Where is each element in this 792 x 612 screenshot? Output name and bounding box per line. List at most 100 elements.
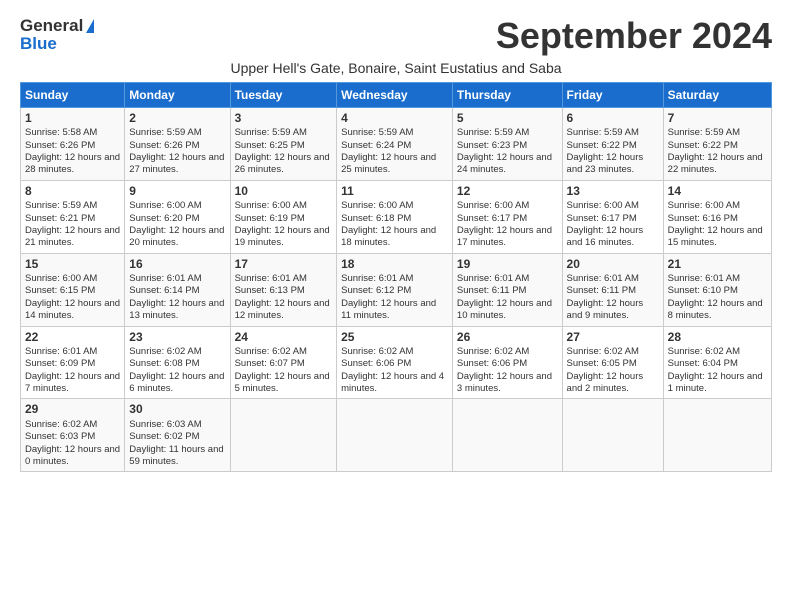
cell-info: Sunrise: 5:59 AMSunset: 6:23 PMDaylight:…	[457, 127, 552, 175]
table-row: 19Sunrise: 6:01 AMSunset: 6:11 PMDayligh…	[452, 253, 562, 326]
day-number: 27	[567, 330, 659, 346]
table-row: 5Sunrise: 5:59 AMSunset: 6:23 PMDaylight…	[452, 107, 562, 180]
calendar-table: Sunday Monday Tuesday Wednesday Thursday…	[20, 82, 772, 473]
table-row: 24Sunrise: 6:02 AMSunset: 6:07 PMDayligh…	[230, 326, 337, 399]
cell-info: Sunrise: 6:01 AMSunset: 6:11 PMDaylight:…	[457, 273, 552, 321]
cell-info: Sunrise: 6:01 AMSunset: 6:13 PMDaylight:…	[235, 273, 330, 321]
table-row: 20Sunrise: 6:01 AMSunset: 6:11 PMDayligh…	[562, 253, 663, 326]
day-number: 26	[457, 330, 558, 346]
day-number: 14	[668, 184, 767, 200]
cell-info: Sunrise: 6:02 AMSunset: 6:06 PMDaylight:…	[457, 346, 552, 394]
day-number: 30	[129, 402, 225, 418]
table-row: 8Sunrise: 5:59 AMSunset: 6:21 PMDaylight…	[21, 180, 125, 253]
day-number: 3	[235, 111, 333, 127]
table-row: 7Sunrise: 5:59 AMSunset: 6:22 PMDaylight…	[663, 107, 771, 180]
cell-info: Sunrise: 5:58 AMSunset: 6:26 PMDaylight:…	[25, 127, 120, 175]
table-row: 2Sunrise: 5:59 AMSunset: 6:26 PMDaylight…	[125, 107, 230, 180]
table-row: 15Sunrise: 6:00 AMSunset: 6:15 PMDayligh…	[21, 253, 125, 326]
table-row: 16Sunrise: 6:01 AMSunset: 6:14 PMDayligh…	[125, 253, 230, 326]
table-row	[337, 399, 453, 472]
table-row	[562, 399, 663, 472]
cell-info: Sunrise: 5:59 AMSunset: 6:22 PMDaylight:…	[668, 127, 763, 175]
table-row: 23Sunrise: 6:02 AMSunset: 6:08 PMDayligh…	[125, 326, 230, 399]
table-row: 17Sunrise: 6:01 AMSunset: 6:13 PMDayligh…	[230, 253, 337, 326]
cell-info: Sunrise: 5:59 AMSunset: 6:21 PMDaylight:…	[25, 200, 120, 248]
table-row	[452, 399, 562, 472]
title-section: September 2024	[496, 16, 772, 56]
day-number: 4	[341, 111, 448, 127]
day-number: 20	[567, 257, 659, 273]
day-number: 9	[129, 184, 225, 200]
cell-info: Sunrise: 6:00 AMSunset: 6:17 PMDaylight:…	[567, 200, 644, 248]
cell-info: Sunrise: 6:02 AMSunset: 6:04 PMDaylight:…	[668, 346, 763, 394]
table-row: 18Sunrise: 6:01 AMSunset: 6:12 PMDayligh…	[337, 253, 453, 326]
col-tuesday: Tuesday	[230, 82, 337, 107]
day-number: 13	[567, 184, 659, 200]
header: General Blue September 2024	[20, 16, 772, 56]
cell-info: Sunrise: 6:00 AMSunset: 6:15 PMDaylight:…	[25, 273, 120, 321]
logo-general: General	[20, 16, 83, 36]
cell-info: Sunrise: 6:01 AMSunset: 6:09 PMDaylight:…	[25, 346, 120, 394]
day-number: 10	[235, 184, 333, 200]
table-row: 28Sunrise: 6:02 AMSunset: 6:04 PMDayligh…	[663, 326, 771, 399]
col-friday: Friday	[562, 82, 663, 107]
table-row: 21Sunrise: 6:01 AMSunset: 6:10 PMDayligh…	[663, 253, 771, 326]
cell-info: Sunrise: 5:59 AMSunset: 6:22 PMDaylight:…	[567, 127, 644, 175]
cell-info: Sunrise: 5:59 AMSunset: 6:26 PMDaylight:…	[129, 127, 224, 175]
table-row: 30Sunrise: 6:03 AMSunset: 6:02 PMDayligh…	[125, 399, 230, 472]
day-number: 11	[341, 184, 448, 200]
cell-info: Sunrise: 6:02 AMSunset: 6:07 PMDaylight:…	[235, 346, 330, 394]
table-row: 13Sunrise: 6:00 AMSunset: 6:17 PMDayligh…	[562, 180, 663, 253]
logo-blue: Blue	[20, 34, 94, 54]
col-wednesday: Wednesday	[337, 82, 453, 107]
table-row: 1Sunrise: 5:58 AMSunset: 6:26 PMDaylight…	[21, 107, 125, 180]
table-row: 22Sunrise: 6:01 AMSunset: 6:09 PMDayligh…	[21, 326, 125, 399]
col-saturday: Saturday	[663, 82, 771, 107]
cell-info: Sunrise: 6:02 AMSunset: 6:03 PMDaylight:…	[25, 419, 120, 467]
table-row: 11Sunrise: 6:00 AMSunset: 6:18 PMDayligh…	[337, 180, 453, 253]
day-number: 17	[235, 257, 333, 273]
table-row: 25Sunrise: 6:02 AMSunset: 6:06 PMDayligh…	[337, 326, 453, 399]
table-row: 9Sunrise: 6:00 AMSunset: 6:20 PMDaylight…	[125, 180, 230, 253]
cell-info: Sunrise: 6:00 AMSunset: 6:19 PMDaylight:…	[235, 200, 330, 248]
table-row: 12Sunrise: 6:00 AMSunset: 6:17 PMDayligh…	[452, 180, 562, 253]
cell-info: Sunrise: 6:02 AMSunset: 6:06 PMDaylight:…	[341, 346, 444, 394]
page: General Blue September 2024 Upper Hell's…	[0, 0, 792, 482]
cell-info: Sunrise: 6:02 AMSunset: 6:08 PMDaylight:…	[129, 346, 224, 394]
table-row: 10Sunrise: 6:00 AMSunset: 6:19 PMDayligh…	[230, 180, 337, 253]
table-row: 27Sunrise: 6:02 AMSunset: 6:05 PMDayligh…	[562, 326, 663, 399]
col-sunday: Sunday	[21, 82, 125, 107]
table-row: 3Sunrise: 5:59 AMSunset: 6:25 PMDaylight…	[230, 107, 337, 180]
table-row	[230, 399, 337, 472]
cell-info: Sunrise: 6:00 AMSunset: 6:16 PMDaylight:…	[668, 200, 763, 248]
day-number: 12	[457, 184, 558, 200]
day-number: 22	[25, 330, 120, 346]
day-number: 24	[235, 330, 333, 346]
cell-info: Sunrise: 6:03 AMSunset: 6:02 PMDaylight:…	[129, 419, 223, 467]
day-number: 16	[129, 257, 225, 273]
table-row: 29Sunrise: 6:02 AMSunset: 6:03 PMDayligh…	[21, 399, 125, 472]
day-number: 6	[567, 111, 659, 127]
day-number: 8	[25, 184, 120, 200]
table-row: 26Sunrise: 6:02 AMSunset: 6:06 PMDayligh…	[452, 326, 562, 399]
day-number: 15	[25, 257, 120, 273]
table-row: 6Sunrise: 5:59 AMSunset: 6:22 PMDaylight…	[562, 107, 663, 180]
day-number: 23	[129, 330, 225, 346]
day-number: 28	[668, 330, 767, 346]
cell-info: Sunrise: 5:59 AMSunset: 6:24 PMDaylight:…	[341, 127, 436, 175]
day-number: 5	[457, 111, 558, 127]
cell-info: Sunrise: 6:02 AMSunset: 6:05 PMDaylight:…	[567, 346, 644, 394]
cell-info: Sunrise: 5:59 AMSunset: 6:25 PMDaylight:…	[235, 127, 330, 175]
day-number: 21	[668, 257, 767, 273]
cell-info: Sunrise: 6:01 AMSunset: 6:14 PMDaylight:…	[129, 273, 224, 321]
table-row: 14Sunrise: 6:00 AMSunset: 6:16 PMDayligh…	[663, 180, 771, 253]
day-number: 18	[341, 257, 448, 273]
cell-info: Sunrise: 6:01 AMSunset: 6:11 PMDaylight:…	[567, 273, 644, 321]
subtitle: Upper Hell's Gate, Bonaire, Saint Eustat…	[20, 60, 772, 76]
logo-triangle-icon	[86, 19, 94, 33]
main-title: September 2024	[496, 16, 772, 56]
day-number: 29	[25, 402, 120, 418]
day-number: 19	[457, 257, 558, 273]
col-monday: Monday	[125, 82, 230, 107]
cell-info: Sunrise: 6:01 AMSunset: 6:12 PMDaylight:…	[341, 273, 436, 321]
